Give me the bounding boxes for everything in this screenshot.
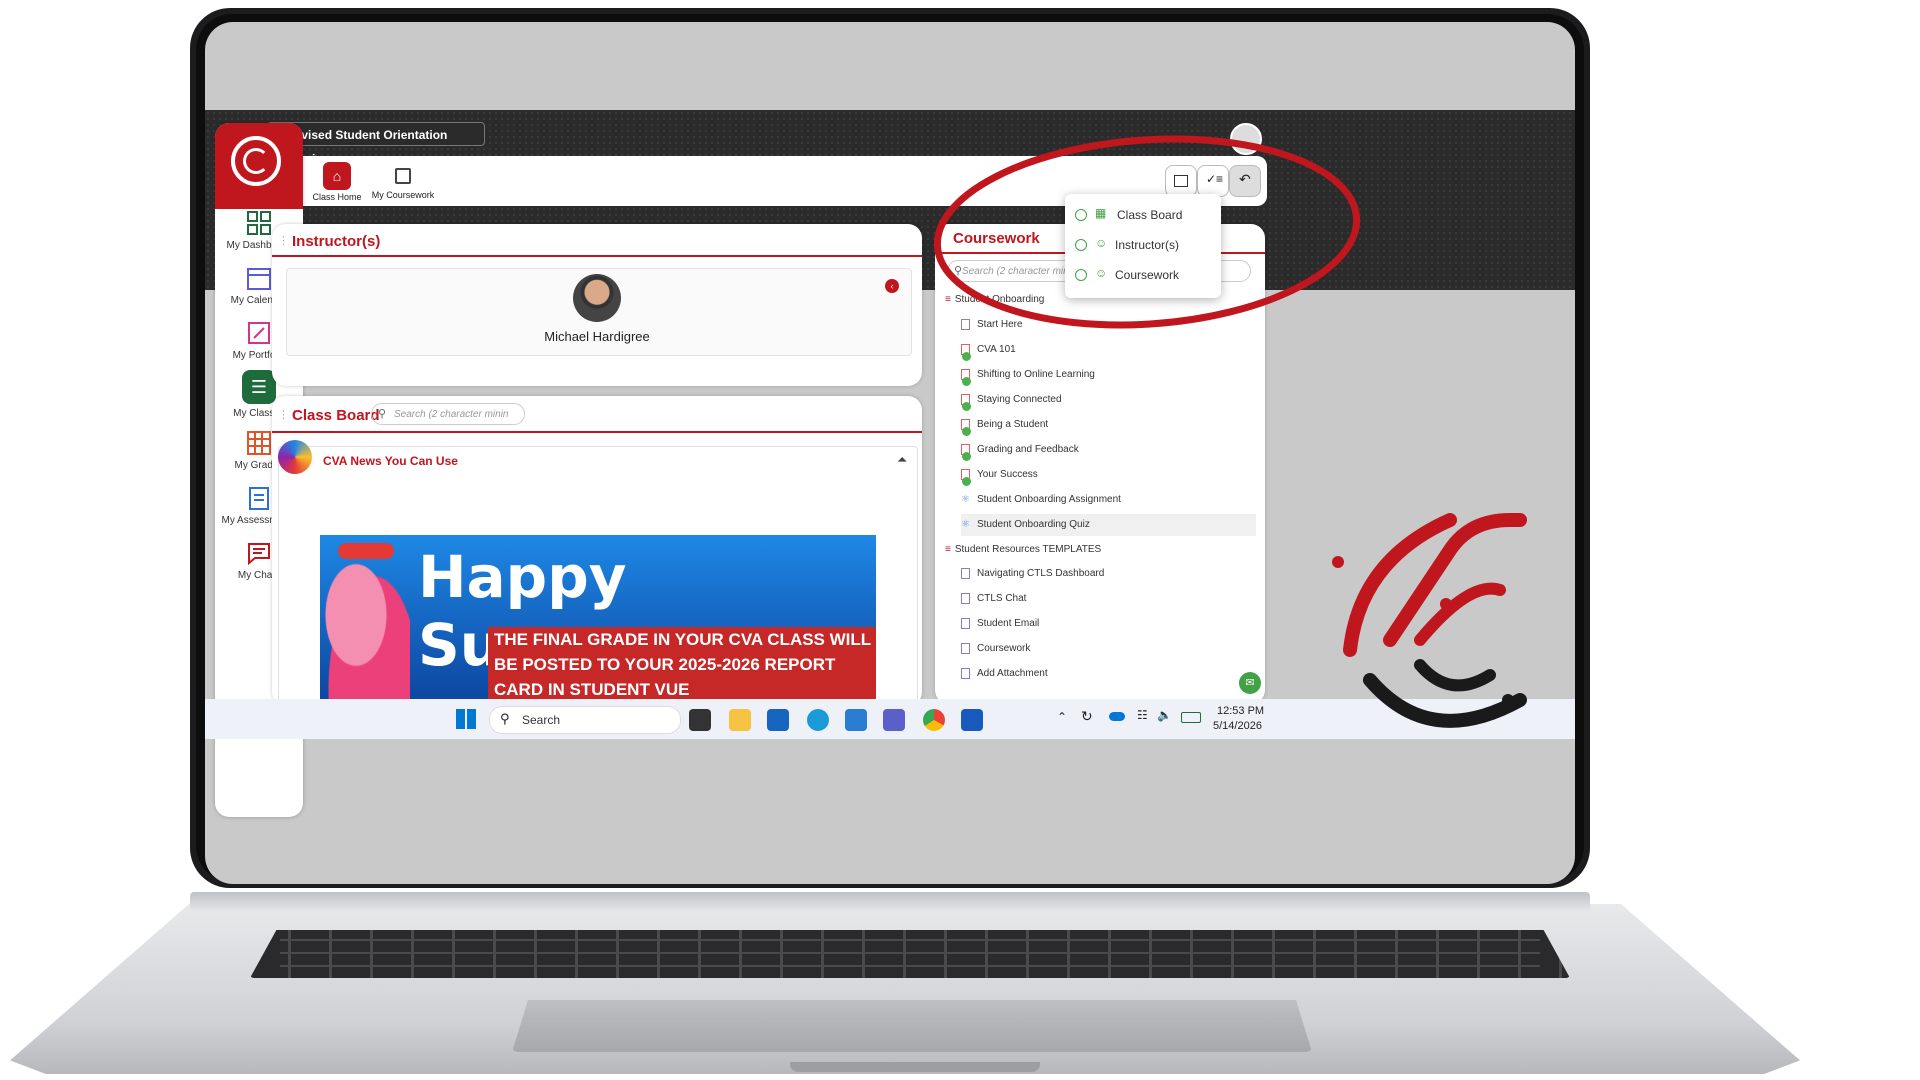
completed-check-icon (962, 477, 971, 486)
file-explorer-icon[interactable] (729, 709, 751, 731)
word-icon[interactable] (961, 709, 983, 731)
folder-label: Student Resources TEMPLATES (954, 544, 1102, 555)
assignment-icon: ⚛ (961, 519, 970, 530)
list-item-label: Grading and Feedback (977, 444, 1079, 455)
chrome-icon[interactable] (923, 709, 945, 731)
list-item-label: CTLS Chat (977, 593, 1027, 604)
instructor-name[interactable]: Michael Hardigree (505, 329, 689, 344)
brand-logo-graphic (1332, 513, 1527, 728)
laptop-hinge (190, 892, 1590, 912)
completed-check-icon (962, 352, 971, 361)
chats-icon (248, 543, 270, 566)
summer-banner-image: Happy Summer THE FINAL GRADE IN YOUR CVA… (320, 535, 876, 699)
chevron-up-icon[interactable]: ⌃ (1057, 710, 1067, 724)
list-item[interactable]: Student Email (961, 613, 1256, 635)
page-icon (961, 667, 970, 679)
class-board-search-placeholder: Search (2 character minin (394, 409, 509, 420)
task-view-icon[interactable] (689, 709, 711, 731)
sunglasses-icon (338, 543, 394, 559)
banner-text: THE FINAL GRADE IN YOUR CVA CLASS WILL B… (488, 627, 876, 699)
list-item-label: Student Onboarding Quiz (976, 519, 1090, 530)
folder-student-resources[interactable]: ≡ Student Resources TEMPLATES (945, 539, 1240, 561)
page-icon (961, 592, 970, 604)
edge-icon[interactable] (807, 709, 829, 731)
list-item-label: Student Email (977, 618, 1040, 629)
folder-icon: ≡ (945, 544, 951, 555)
laptop-lip (790, 1062, 1040, 1072)
completed-check-icon (962, 402, 971, 411)
trackpad (512, 1000, 1312, 1052)
list-item[interactable]: CVA 101 (961, 339, 1256, 361)
list-item-label: Shifting to Online Learning (977, 369, 1095, 380)
assignment-icon: ⚛ (961, 494, 970, 505)
instructor-avatar[interactable] (573, 274, 621, 322)
list-item[interactable]: Grading and Feedback (961, 439, 1256, 461)
page-icon (961, 617, 970, 629)
teams-icon[interactable] (883, 709, 905, 731)
class-board-search[interactable]: ⚲ Search (2 character minin (371, 403, 525, 425)
class-home-label: Class Home (312, 192, 362, 202)
volume-icon[interactable]: 🔈 (1157, 708, 1172, 722)
my-coursework-button[interactable]: My Coursework (371, 162, 435, 200)
search-icon: ⚲ (500, 711, 510, 726)
portfolio-icon (248, 322, 270, 344)
post-avatar (278, 440, 312, 474)
list-item-label: Being a Student (977, 419, 1049, 430)
my-coursework-label: My Coursework (371, 190, 435, 200)
windows-start-icon[interactable] (456, 709, 476, 729)
list-item-label: CVA 101 (977, 344, 1016, 355)
completed-check-icon (962, 452, 971, 461)
pin-icon[interactable]: ⏶ (897, 452, 907, 468)
search-icon: ⚲ (378, 408, 387, 420)
collapse-icon[interactable]: ‹ (885, 279, 899, 293)
list-item[interactable]: Add Attachment (961, 663, 1256, 685)
wifi-icon[interactable]: ☷ (1137, 708, 1148, 722)
list-item-label: Coursework (977, 643, 1031, 654)
list-item[interactable]: ⚛ Student Onboarding Quiz (961, 514, 1256, 536)
list-item-label: Add Attachment (977, 668, 1048, 679)
list-item[interactable]: Being a Student (961, 414, 1256, 436)
classes-icon: ☰ (242, 370, 276, 404)
list-item[interactable]: ⚛ Student Onboarding Assignment (961, 489, 1256, 511)
class-board-divider (272, 431, 922, 433)
completed-check-icon (962, 377, 971, 386)
list-item[interactable]: Coursework (961, 638, 1256, 660)
class-board-title: Class Board (292, 407, 380, 424)
clock-time[interactable]: 12:53 PM (1217, 705, 1264, 717)
taskbar-search[interactable]: ⚲ Search (489, 706, 681, 734)
instructors-divider (272, 255, 922, 257)
flamingo-illustration (320, 555, 410, 699)
page-icon (961, 642, 970, 654)
calendar-icon (247, 268, 271, 290)
post-title[interactable]: CVA News You Can Use (323, 454, 458, 468)
notepad-icon[interactable] (845, 709, 867, 731)
class-home-button[interactable]: ⌂ Class Home (311, 162, 363, 202)
highlight-circle-annotation (933, 135, 1361, 329)
keyboard-rows (280, 930, 1540, 978)
list-item[interactable]: CTLS Chat (961, 588, 1256, 610)
coursework-icon (395, 168, 411, 184)
list-item-label: Navigating CTLS Dashboard (977, 568, 1105, 579)
assessments-icon (249, 487, 269, 510)
page-icon (961, 567, 970, 579)
store-icon[interactable] (767, 709, 789, 731)
list-item[interactable]: Staying Connected (961, 389, 1256, 411)
onedrive-icon[interactable] (1109, 712, 1125, 721)
instructors-title: Instructor(s) (292, 233, 381, 250)
list-item[interactable]: Navigating CTLS Dashboard (961, 563, 1256, 585)
taskbar-search-label: Search (522, 713, 561, 727)
battery-icon[interactable] (1181, 712, 1201, 723)
sync-icon[interactable]: ↻ (1081, 708, 1093, 725)
clock-date[interactable]: 5/14/2026 (1213, 720, 1262, 732)
list-item[interactable]: Your Success (961, 464, 1256, 486)
list-item-label: Your Success (977, 469, 1038, 480)
dashboard-icon (247, 211, 271, 235)
grades-icon (247, 431, 271, 455)
list-item-label: Staying Connected (977, 394, 1062, 405)
list-item-label: Student Onboarding Assignment (976, 494, 1121, 505)
home-icon: ⌂ (323, 162, 351, 190)
list-item[interactable]: Shifting to Online Learning (961, 364, 1256, 386)
completed-check-icon (962, 427, 971, 436)
logo-c-icon (243, 148, 269, 174)
